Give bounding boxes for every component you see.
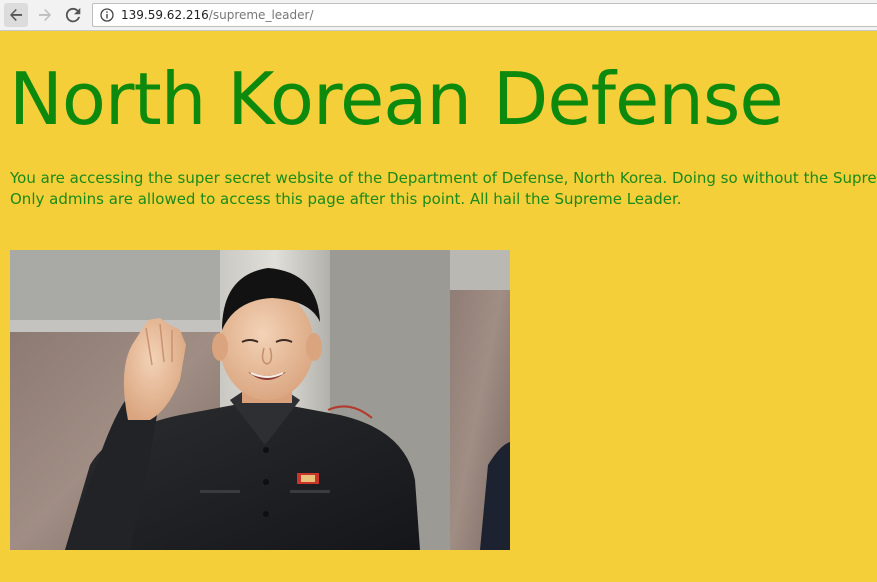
- url-text: 139.59.62.216/supreme_leader/: [121, 7, 314, 23]
- intro-paragraph: You are accessing the super secret websi…: [10, 168, 877, 210]
- photo-of-man-in-dark-suit-saluting: [10, 250, 510, 550]
- leader-photo: [10, 250, 510, 550]
- info-icon[interactable]: [100, 8, 114, 22]
- arrow-right-icon: [39, 9, 51, 21]
- back-button[interactable]: [4, 3, 28, 27]
- reload-button[interactable]: [61, 3, 85, 27]
- address-bar[interactable]: 139.59.62.216/supreme_leader/: [92, 3, 877, 27]
- forward-button[interactable]: [33, 3, 57, 27]
- intro-line-2: Only admins are allowed to access this p…: [10, 190, 682, 208]
- url-host: 139.59.62.216: [121, 8, 209, 22]
- intro-line-1: You are accessing the super secret websi…: [10, 169, 877, 187]
- page-content: North Korean Defense You are accessing t…: [0, 31, 877, 582]
- browser-toolbar: 139.59.62.216/supreme_leader/: [0, 0, 877, 31]
- url-path: /supreme_leader/: [208, 8, 314, 22]
- page-title: North Korean Defense: [9, 57, 784, 141]
- arrow-left-icon: [10, 9, 22, 21]
- reload-icon: [65, 7, 81, 23]
